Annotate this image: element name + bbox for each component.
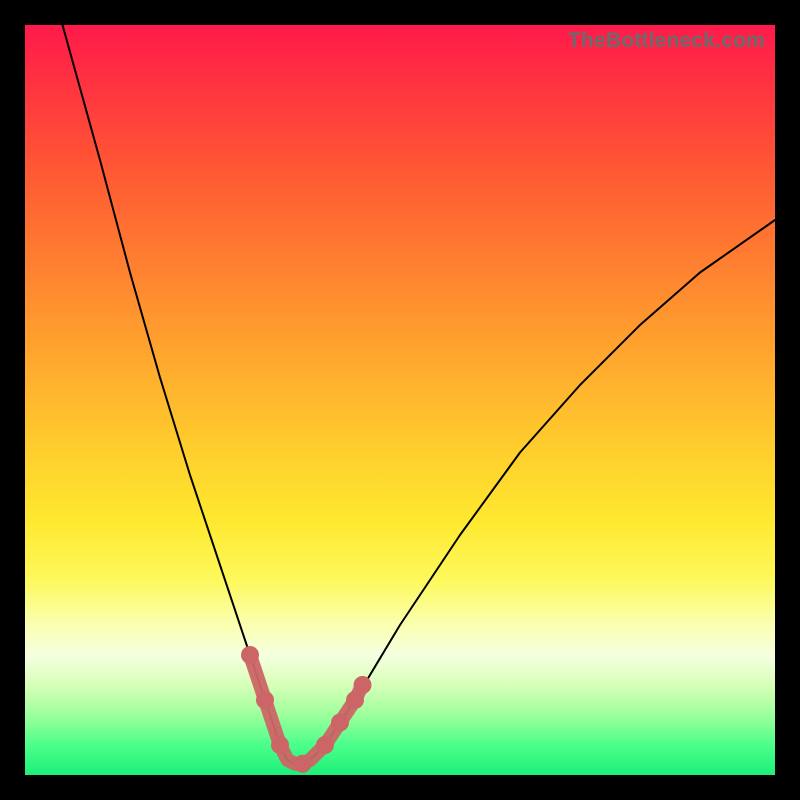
- chart-svg: [25, 25, 775, 775]
- highlight-points: [241, 646, 372, 773]
- plot-area: TheBottleneck.com: [25, 25, 775, 775]
- chart-container: TheBottleneck.com: [0, 0, 800, 800]
- bottleneck-curve-line: [63, 25, 776, 764]
